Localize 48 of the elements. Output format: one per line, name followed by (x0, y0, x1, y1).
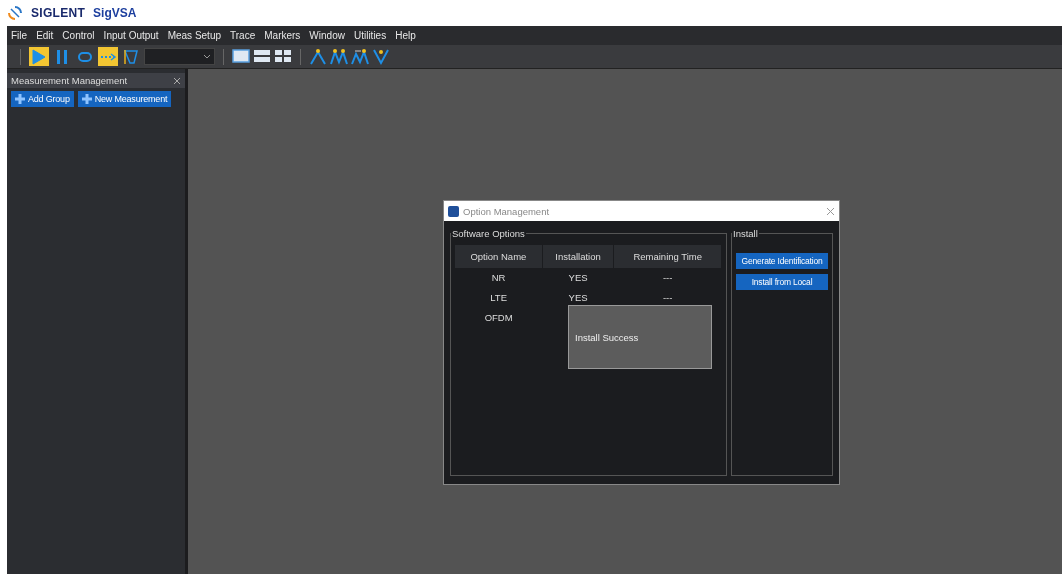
table-cell: --- (662, 272, 673, 283)
column-header: Option Name (455, 245, 543, 268)
table-cell: YES (568, 292, 588, 303)
double-peak-marker-icon[interactable] (330, 47, 348, 66)
table-cell: OFDM (484, 312, 513, 323)
app-icon (448, 205, 459, 217)
group-title: Software Options (451, 228, 526, 239)
dropdown-field[interactable] (144, 48, 215, 65)
valley-marker-icon[interactable] (372, 47, 390, 66)
column-header: Remaining Time (613, 245, 722, 268)
menu-item[interactable]: Control (62, 30, 95, 41)
table-cell: NR (491, 272, 506, 283)
close-icon (173, 76, 181, 85)
bracket-icon (122, 47, 140, 66)
plus-icon (81, 94, 92, 104)
logo-icon (7, 6, 23, 20)
menu-item[interactable]: Window (309, 30, 345, 41)
menu-item[interactable]: Edit (36, 30, 54, 41)
dialog-title: Option Management (463, 205, 551, 217)
menu-item[interactable]: Trace (230, 30, 256, 41)
close-button[interactable] (826, 206, 835, 216)
plus-icon (15, 94, 25, 104)
menu-item[interactable]: Markers (264, 30, 301, 41)
menu-item[interactable]: Utilities (353, 30, 387, 41)
menu-item[interactable]: File (11, 30, 28, 41)
menu-item[interactable]: Input Output (103, 30, 159, 41)
table-cell: LTE (490, 292, 507, 303)
toolbar-button[interactable] (121, 47, 141, 66)
close-icon (826, 206, 835, 216)
install-button[interactable]: Generate Identification (736, 253, 828, 269)
chevron-icon (203, 53, 211, 60)
single-pane-icon[interactable] (232, 47, 250, 66)
app-title: SigVSA (93, 6, 137, 20)
peak-right-marker-icon[interactable] (351, 47, 369, 66)
column-header: Installation (542, 245, 614, 268)
table-cell: --- (662, 292, 673, 303)
menu-item[interactable]: Help (395, 30, 416, 41)
play-icon (30, 47, 48, 66)
message-text: Install Success (575, 331, 639, 343)
menu-item[interactable]: Meas Setup (167, 30, 222, 41)
group-title: Install (732, 228, 759, 239)
panel-button[interactable]: Add Group (11, 91, 74, 107)
brand-name: SIGLENT (31, 6, 86, 20)
install-button[interactable]: Install from Local (736, 274, 828, 290)
table-cell: YES (568, 272, 588, 283)
panel-title: Measurement Management (11, 75, 128, 86)
panel-button[interactable]: New Measurement (77, 91, 172, 107)
peak-marker-icon[interactable] (309, 47, 327, 66)
